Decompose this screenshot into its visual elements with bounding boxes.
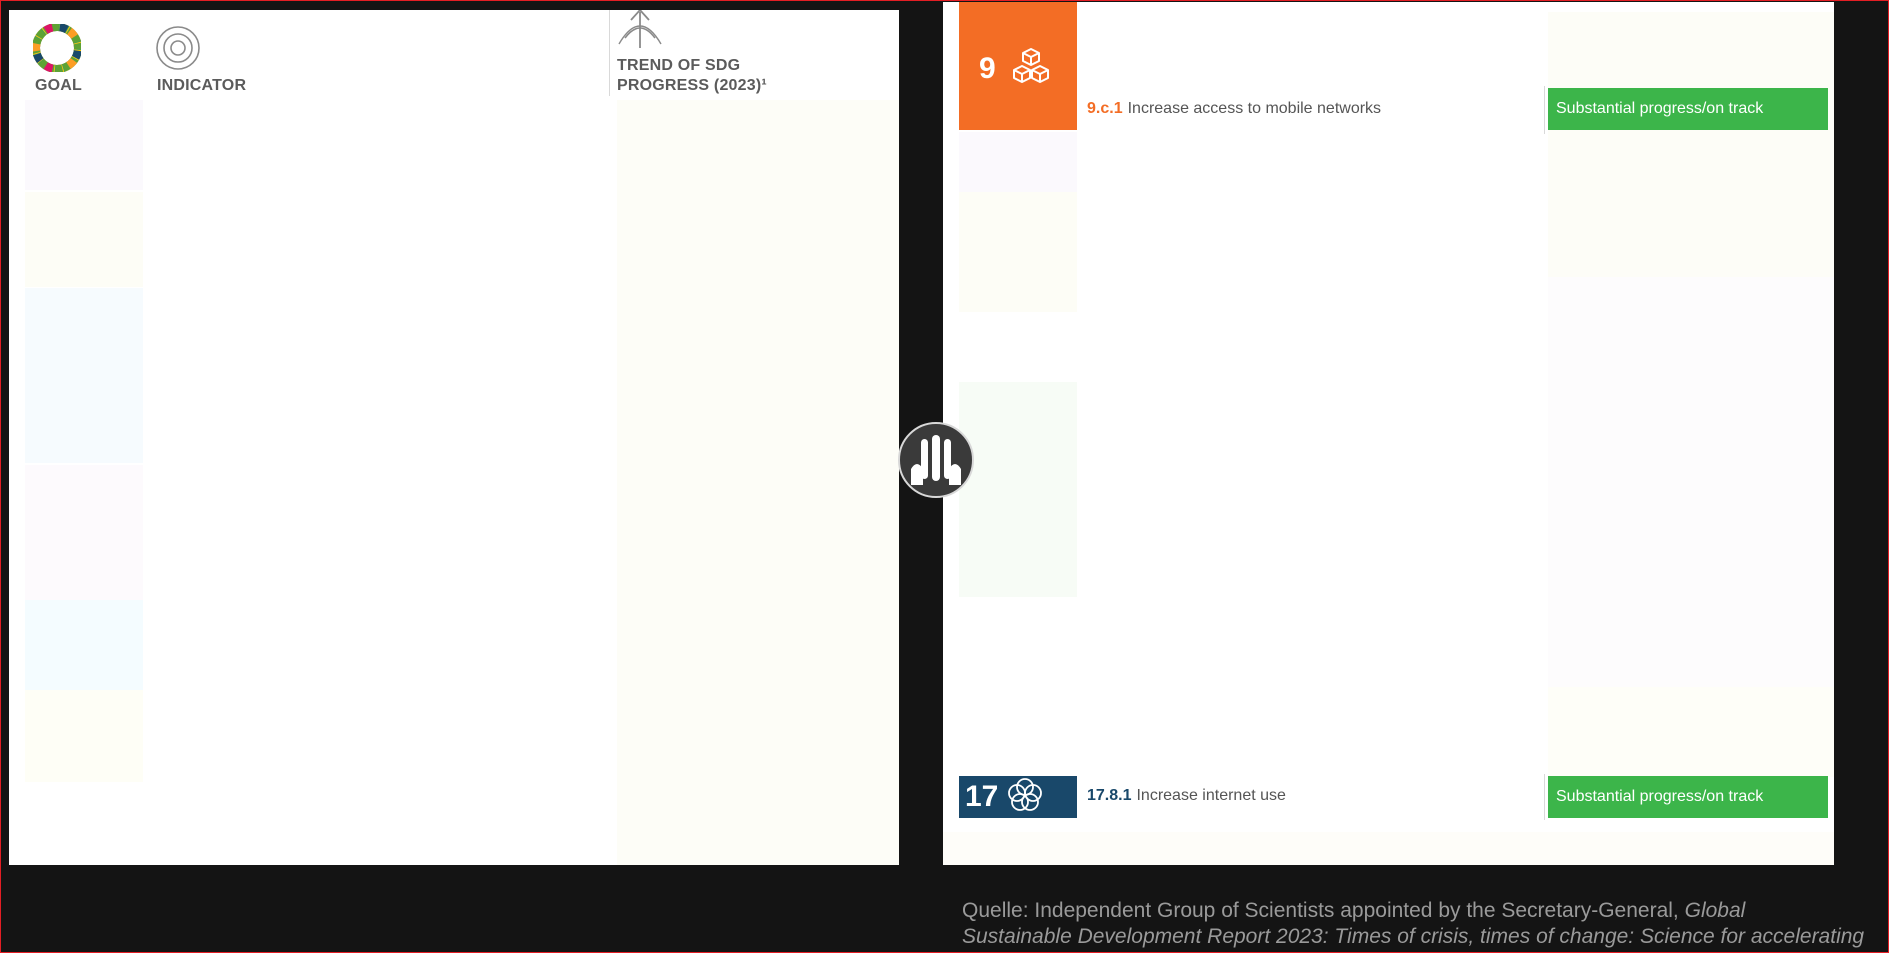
faded-goal-tile [25, 465, 143, 600]
source-title-part-2: Sustainable Development Report 2023: Tim… [962, 925, 1865, 948]
faded-trend-column [617, 100, 899, 865]
cubes-icon [1010, 47, 1052, 92]
indicator-row: 9.c.1 Increase access to mobile networks [1087, 100, 1381, 118]
faded-trend-column [1548, 277, 1834, 687]
trend-column-header: TREND OF SDG PROGRESS (2023)¹ [617, 56, 767, 96]
indicator-text: Increase internet use [1136, 787, 1286, 804]
flower-rings-icon [1006, 776, 1044, 819]
column-divider [1544, 774, 1545, 820]
left-table-panel: GOAL INDICATOR TREND OF SDG PROGRESS (20… [9, 10, 899, 865]
right-table-panel: 9 9.c.1 Increase access to mobile network… [943, 2, 1834, 865]
goal-column-header: GOAL [35, 77, 83, 94]
indicator-code: 17.8.1 [1087, 787, 1132, 804]
status-badge: Substantial progress/on track [1548, 776, 1828, 818]
faded-goal-tile [25, 100, 143, 190]
goal-number: 9 [979, 52, 996, 85]
status-badge: Substantial progress/on track [1548, 88, 1828, 130]
faded-trend-column [1548, 12, 1834, 277]
faded-trend-column [1548, 687, 1834, 777]
faded-goal-tile [25, 288, 143, 463]
faded-bottom-band [943, 832, 1834, 865]
goal-9-tile: 9 [959, 2, 1077, 130]
indicator-text: Increase access to mobile networks [1127, 100, 1382, 117]
channel-logo-icon [897, 419, 975, 501]
goal-number: 17 [965, 780, 999, 813]
faded-goal-tile [959, 192, 1077, 312]
indicator-row: 17.8.1 Increase internet use [1087, 787, 1286, 805]
target-rings-icon [154, 24, 202, 77]
goal-17-tile: 17 [959, 776, 1077, 818]
source-line-1: Quelle: Independent Group of Scientists … [962, 898, 1882, 924]
trend-header-line-1: TREND OF SDG [617, 57, 741, 74]
faded-goal-tile [25, 690, 143, 782]
faded-goal-tile [25, 192, 143, 287]
column-divider [1544, 86, 1545, 134]
indicator-code: 9.c.1 [1087, 100, 1123, 117]
source-line-2: Sustainable Development Report 2023: Tim… [962, 924, 1882, 950]
source-prefix: Quelle: Independent Group of Scientists … [962, 899, 1685, 922]
trend-header-line-2: PROGRESS (2023)¹ [617, 77, 767, 94]
source-citation: Quelle: Independent Group of Scientists … [962, 898, 1882, 950]
source-title-part-1: Global [1684, 899, 1746, 922]
column-divider [609, 10, 610, 96]
faded-goal-tile [959, 382, 1077, 597]
sdg-wheel-icon [32, 23, 82, 77]
faded-goal-tile [25, 600, 143, 690]
indicator-column-header: INDICATOR [157, 77, 247, 94]
faded-goal-tile [959, 132, 1077, 192]
trend-arrow-icon [615, 10, 665, 57]
